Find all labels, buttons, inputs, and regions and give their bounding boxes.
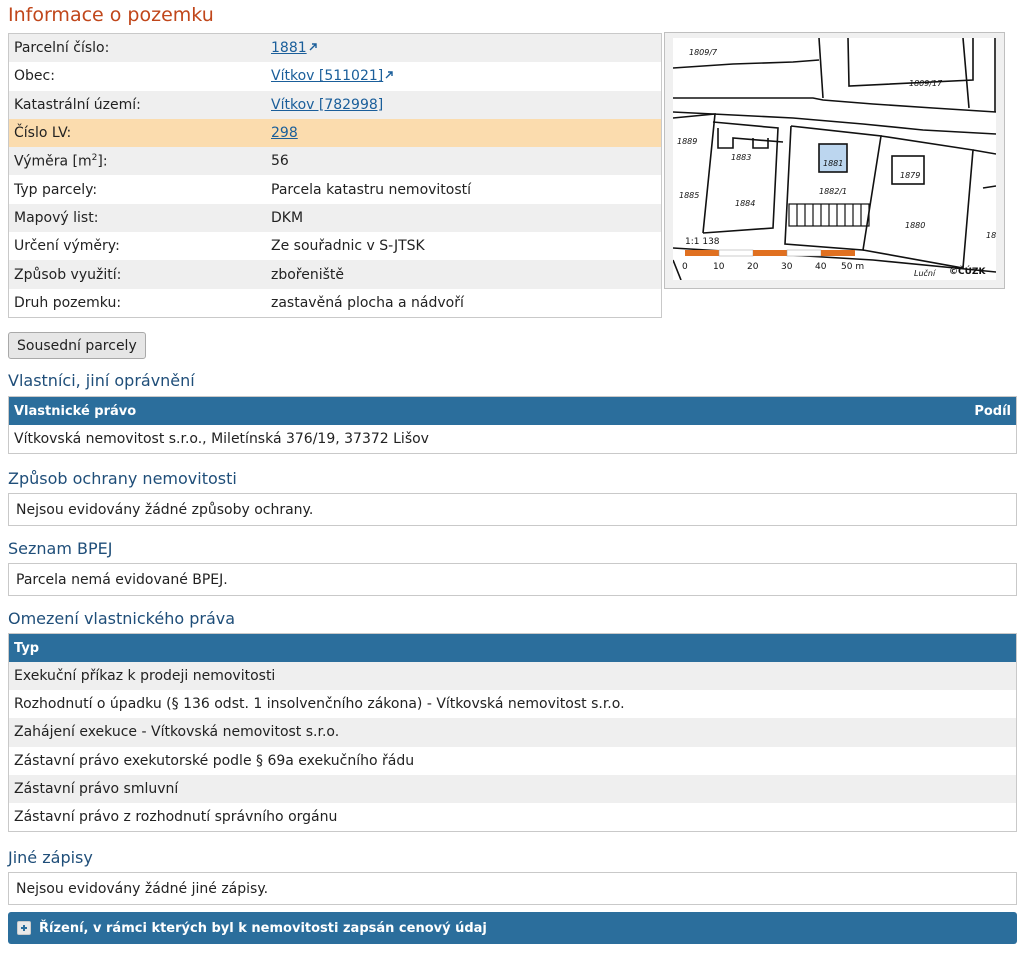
restriction-cell: Exekuční příkaz k prodeji nemovitosti	[8, 662, 1017, 691]
info-label: Určení výměry:	[8, 232, 266, 261]
owner-row: Vítkovská nemovitost s.r.o., Miletínská …	[8, 425, 1017, 454]
protection-section-title: Způsob ochrany nemovitosti	[8, 469, 237, 488]
table-row: Rozhodnutí o úpadku (§ 136 odst. 1 insol…	[8, 690, 1017, 719]
info-value: Ze souřadnic v S-JTSK	[266, 232, 662, 261]
info-label: Mapový list:	[8, 203, 266, 233]
external-link-icon[interactable]	[308, 42, 318, 52]
info-value: zastavěná plocha a nádvoří	[266, 288, 662, 318]
bpej-section-title: Seznam BPEJ	[8, 539, 113, 558]
info-label: Způsob využití:	[8, 260, 266, 289]
other-records-note: Nejsou evidovány žádné jiné zápisy.	[8, 872, 1017, 905]
svg-text:30: 30	[781, 262, 793, 272]
svg-text:1809/7: 1809/7	[689, 48, 718, 57]
svg-text:©ČÚZK: ©ČÚZK	[949, 265, 986, 277]
restriction-cell: Rozhodnutí o úpadku (§ 136 odst. 1 insol…	[8, 690, 1017, 719]
restriction-cell: Zástavní právo z rozhodnutí správního or…	[8, 802, 1017, 832]
info-row-usage: Způsob využití: zbořeniště	[8, 260, 662, 289]
page-title: Informace o pozemku	[8, 4, 214, 26]
restriction-cell: Zahájení exekuce - Vítkovská nemovitost …	[8, 718, 1017, 747]
parcel-number-link[interactable]: 1881	[271, 40, 307, 56]
cadastral-area-link[interactable]: Vítkov [782998]	[271, 97, 383, 113]
svg-text:10: 10	[713, 262, 725, 272]
info-row-map-sheet: Mapový list: DKM	[8, 203, 662, 233]
svg-text:1880: 1880	[905, 221, 925, 230]
table-row: Zástavní právo smluvní	[8, 774, 1017, 803]
owners-header-row: Vlastnické právo Podíl	[8, 396, 1017, 425]
svg-text:50 m: 50 m	[841, 262, 864, 272]
info-row-municipality: Obec: Vítkov [511021]	[8, 62, 662, 91]
lv-number-link[interactable]: 298	[271, 125, 298, 141]
info-row-lv-number: Číslo LV: 298	[8, 118, 662, 148]
info-row-parcel-type: Typ parcely: Parcela katastru nemovitost…	[8, 175, 662, 204]
svg-text:1879: 1879	[900, 171, 920, 180]
info-label: Obec:	[8, 62, 266, 91]
svg-text:1882/1: 1882/1	[819, 187, 847, 196]
cadastral-map[interactable]: 1809/7 1809/17 1889 1883 1881 1879 1885 …	[664, 32, 1005, 289]
info-value: zbořeniště	[266, 260, 662, 289]
svg-text:1884: 1884	[735, 199, 755, 208]
proceedings-label: Řízení, v rámci kterých byl k nemovitost…	[39, 920, 487, 936]
neighbor-parcels-button[interactable]: Sousední parcely	[8, 332, 146, 359]
external-link-icon[interactable]	[384, 70, 394, 80]
column-header-share: Podíl	[752, 396, 1017, 425]
municipality-link[interactable]: Vítkov [511021]	[271, 68, 383, 84]
info-value: 56	[266, 147, 662, 176]
info-label: Parcelní číslo:	[8, 33, 266, 63]
expand-plus-icon[interactable]	[17, 921, 31, 935]
table-row: Zástavní právo exekutorské podle § 69a e…	[8, 746, 1017, 775]
restrictions-table: Typ Exekuční příkaz k prodeji nemovitost…	[8, 633, 1017, 833]
owners-section-title: Vlastníci, jiní oprávnění	[8, 371, 195, 390]
info-row-parcel-number: Parcelní číslo: 1881	[8, 33, 662, 63]
restriction-cell: Zástavní právo smluvní	[8, 774, 1017, 803]
column-header-type: Typ	[8, 633, 1017, 662]
column-header-ownership: Vlastnické právo	[8, 396, 753, 425]
owner-cell: Vítkovská nemovitost s.r.o., Miletínská …	[8, 425, 1017, 454]
svg-text:1883: 1883	[731, 153, 751, 162]
svg-text:0: 0	[682, 262, 688, 272]
proceedings-expand-bar[interactable]: Řízení, v rámci kterých byl k nemovitost…	[8, 912, 1017, 944]
table-row: Zástavní právo z rozhodnutí správního or…	[8, 802, 1017, 832]
restrictions-header-row: Typ	[8, 633, 1017, 662]
svg-text:1809/17: 1809/17	[909, 79, 943, 88]
restriction-cell: Zástavní právo exekutorské podle § 69a e…	[8, 746, 1017, 775]
other-records-section-title: Jiné zápisy	[8, 848, 93, 867]
svg-text:20: 20	[747, 262, 759, 272]
bpej-note: Parcela nemá evidované BPEJ.	[8, 563, 1017, 596]
info-label: Katastrální území:	[8, 90, 266, 119]
owners-table: Vlastnické právo Podíl Vítkovská nemovit…	[8, 396, 1017, 455]
parcel-info-table: Parcelní číslo: 1881 Obec: Vítkov [51102…	[8, 33, 662, 318]
info-value: DKM	[266, 203, 662, 233]
info-label: Druh pozemku:	[8, 288, 266, 318]
info-row-land-type: Druh pozemku: zastavěná plocha a nádvoří	[8, 288, 662, 318]
svg-text:1878: 1878	[986, 231, 996, 240]
svg-text:40: 40	[815, 262, 827, 272]
info-row-area: Výměra [m2]: 56	[8, 147, 662, 176]
info-row-cadastral-area: Katastrální území: Vítkov [782998]	[8, 90, 662, 119]
info-label: Výměra [m2]:	[8, 147, 266, 176]
restrictions-section-title: Omezení vlastnického práva	[8, 609, 236, 628]
table-row: Zahájení exekuce - Vítkovská nemovitost …	[8, 718, 1017, 747]
map-image[interactable]: 1809/7 1809/17 1889 1883 1881 1879 1885 …	[673, 38, 996, 280]
svg-text:1881: 1881	[823, 159, 843, 168]
svg-text:Luční: Luční	[914, 268, 937, 278]
table-row: Exekuční příkaz k prodeji nemovitosti	[8, 662, 1017, 691]
info-label: Typ parcely:	[8, 175, 266, 204]
protection-note: Nejsou evidovány žádné způsoby ochrany.	[8, 493, 1017, 526]
svg-text:1889: 1889	[677, 137, 697, 146]
info-value: Parcela katastru nemovitostí	[266, 175, 662, 204]
info-label: Číslo LV:	[8, 118, 266, 148]
svg-text:1:1 138: 1:1 138	[685, 237, 720, 247]
svg-text:1885: 1885	[679, 191, 699, 200]
info-row-area-determination: Určení výměry: Ze souřadnic v S-JTSK	[8, 232, 662, 261]
